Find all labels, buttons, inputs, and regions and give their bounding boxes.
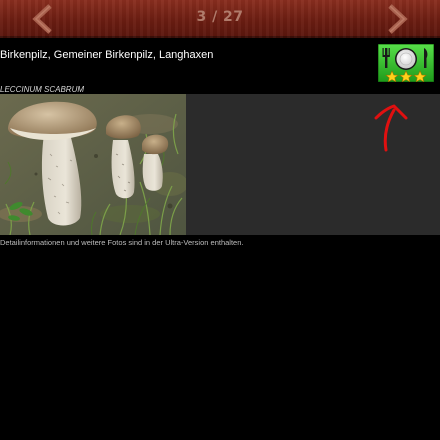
plate-cutlery-icon <box>377 43 435 83</box>
species-header: Birkenpilz, Gemeiner Birkenpilz, Langhax… <box>0 38 440 94</box>
next-button[interactable] <box>380 3 414 35</box>
upgrade-info-text: Detailinformationen und weitere Fotos si… <box>0 238 244 247</box>
latin-name: LECCINUM SCABRUM <box>0 85 85 94</box>
app-screen: 3 / 27 Birkenpilz, Gemeiner Birkenpilz, … <box>0 0 440 440</box>
common-names: Birkenpilz, Gemeiner Birkenpilz, Langhax… <box>0 49 214 61</box>
page-counter: 3 / 27 <box>196 9 244 25</box>
top-navigation-bar: 3 / 27 <box>0 0 440 38</box>
edibility-rating-badge[interactable] <box>377 43 435 83</box>
mushroom-photo <box>0 94 188 236</box>
red-arrow-icon <box>372 100 412 152</box>
chevron-right-icon <box>388 4 408 34</box>
